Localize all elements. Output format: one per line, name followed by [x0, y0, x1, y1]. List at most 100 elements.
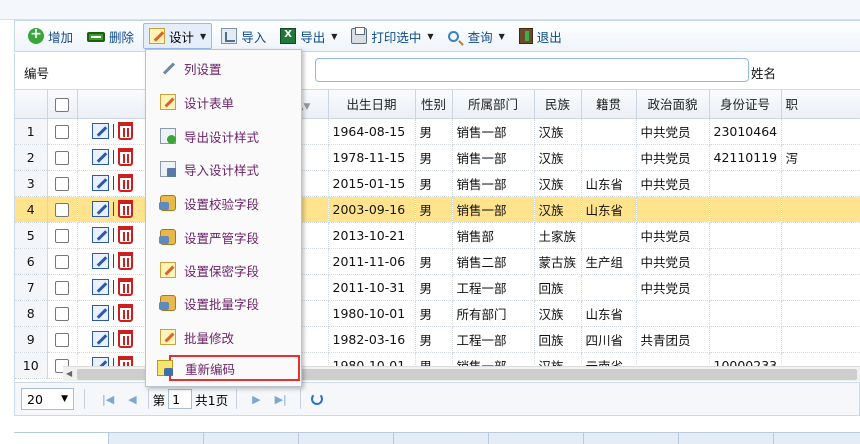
edit-icon[interactable]	[91, 331, 109, 347]
trash-icon[interactable]	[117, 148, 133, 166]
menu-item-export-style[interactable]: 导出设计样式	[146, 121, 301, 151]
row-select-cell[interactable]	[47, 248, 78, 275]
tab[interactable]	[679, 433, 774, 444]
tab[interactable]	[394, 433, 489, 444]
scroll-left-icon[interactable]: ◀	[66, 369, 72, 378]
edit-icon[interactable]	[91, 227, 109, 243]
table-row[interactable]: 4司马懿2003-09-16男销售一部汉族山东省	[15, 196, 860, 223]
next-page-icon[interactable]: ▶	[252, 393, 260, 406]
edit-icon[interactable]	[91, 123, 109, 139]
table-row[interactable]: 1赵匡胤1964-08-15男销售一部汉族中共党员23010464	[15, 118, 860, 145]
trash-icon[interactable]	[117, 200, 133, 218]
row-select-cell[interactable]	[47, 170, 78, 197]
tab[interactable]	[489, 433, 584, 444]
row-checkbox[interactable]	[55, 306, 69, 321]
menu-item-strict-fields[interactable]: 设置严管字段	[146, 222, 301, 252]
idcard-header[interactable]: 身份证号	[709, 90, 782, 119]
gender-header[interactable]: 性别	[415, 90, 453, 119]
row-select-cell[interactable]	[47, 326, 78, 353]
edit-icon[interactable]	[91, 253, 109, 269]
prev-page-icon[interactable]: ◀	[128, 393, 136, 406]
cell-native	[581, 274, 637, 301]
menu-item-batch-fields[interactable]: 设置批量字段	[146, 288, 301, 318]
menu-item-design-form[interactable]: 设计表单	[146, 87, 301, 117]
trash-icon[interactable]	[117, 304, 133, 322]
cell-dept: 销售一部	[452, 118, 535, 145]
native-header[interactable]: 籍贯	[581, 90, 637, 119]
edit-icon[interactable]	[91, 201, 109, 217]
dept-header[interactable]: 所属部门	[452, 90, 535, 119]
trash-icon[interactable]	[117, 252, 133, 270]
query-button[interactable]: 查询 ▼	[443, 23, 510, 49]
query-label: 查询	[467, 29, 493, 45]
cell-idcard	[709, 248, 782, 275]
menu-item-secret-fields[interactable]: 设置保密字段	[146, 255, 301, 285]
row-checkbox[interactable]	[55, 150, 69, 165]
row-number-header	[15, 90, 48, 119]
table-row[interactable]: 7诸葛亮2011-10-31男工程一部回族中共党员	[15, 274, 860, 301]
tab[interactable]	[584, 433, 679, 444]
row-checkbox[interactable]	[55, 176, 69, 191]
trash-icon[interactable]	[117, 278, 133, 296]
table-row[interactable]: 6马超2011-11-06男销售二部蒙古族生产组中共党员	[15, 248, 860, 275]
delete-button[interactable]: 删除	[82, 23, 139, 49]
ethnic-header[interactable]: 民族	[534, 90, 582, 119]
page-number-input[interactable]: 1	[168, 389, 193, 409]
menu-item-import-style[interactable]: 导入设计样式	[146, 154, 301, 184]
edit-icon[interactable]	[91, 175, 109, 191]
menu-item-label: 批量修改	[184, 330, 235, 346]
export-button[interactable]: 导出 ▼	[275, 23, 342, 49]
table-row[interactable]: 5Admin2013-10-21销售部土家族中共党员	[15, 222, 860, 249]
table-row[interactable]: 3赵云2015-01-15男销售一部汉族山东省中共党员	[15, 170, 860, 197]
row-select-cell[interactable]	[47, 118, 78, 145]
politics-header[interactable]: 政治面貌	[636, 90, 710, 119]
design-button[interactable]: 设计 ▼	[143, 23, 213, 49]
row-select-cell[interactable]	[47, 274, 78, 301]
row-select-cell[interactable]	[47, 196, 78, 223]
menu-item-batch-edit[interactable]: 批量修改	[146, 322, 301, 352]
page-size-select[interactable]: 20 ▼	[21, 388, 74, 410]
row-select-cell[interactable]	[47, 222, 78, 249]
menu-item-column-settings[interactable]: 列设置	[146, 53, 301, 83]
exit-button[interactable]: 退出	[514, 23, 567, 49]
menu-item-recode[interactable]: 重新编码	[157, 355, 300, 381]
edit-icon[interactable]	[91, 305, 109, 321]
select-all-cell[interactable]	[47, 90, 78, 119]
tab[interactable]	[109, 433, 204, 444]
row-checkbox[interactable]	[55, 280, 69, 295]
more-header[interactable]: 职	[781, 90, 860, 119]
birth-header[interactable]: 出生日期	[328, 90, 416, 119]
row-checkbox[interactable]	[55, 228, 69, 243]
trash-icon[interactable]	[117, 330, 133, 348]
trash-icon[interactable]	[117, 122, 133, 140]
cell-birth: 2011-10-31	[328, 274, 416, 301]
row-checkbox[interactable]	[55, 332, 69, 347]
row-select-cell[interactable]	[47, 144, 78, 171]
row-select-cell[interactable]	[47, 300, 78, 327]
tab[interactable]	[14, 433, 109, 444]
table-row[interactable]: 2张翼德1978-11-15男销售一部汉族中共党员42110119泻	[15, 144, 860, 171]
search-input[interactable]	[315, 58, 749, 82]
tab[interactable]	[204, 433, 299, 444]
row-checkbox[interactable]	[55, 254, 69, 269]
select-all-checkbox[interactable]	[55, 97, 69, 112]
import-button[interactable]: 导入	[216, 23, 271, 49]
row-checkbox[interactable]	[55, 202, 69, 217]
last-page-icon[interactable]: ▶|	[275, 393, 287, 406]
edit-icon[interactable]	[91, 149, 109, 165]
refresh-icon[interactable]	[310, 393, 323, 405]
print-selected-button[interactable]: 打印选中 ▼	[346, 23, 438, 49]
first-page-icon[interactable]: |◀	[102, 393, 114, 406]
search-bar: 编号 姓名	[14, 53, 860, 89]
row-checkbox[interactable]	[55, 124, 69, 139]
trash-icon[interactable]	[117, 174, 133, 192]
table-row[interactable]: 8张辽1980-10-01男所有部门汉族山东省	[15, 300, 860, 327]
edit-icon[interactable]	[91, 279, 109, 295]
add-button[interactable]: 增加	[23, 23, 78, 49]
row-number: 7	[15, 274, 48, 301]
tab[interactable]	[299, 433, 394, 444]
table-row[interactable]: 9孙权1982-03-16男工程一部回族四川省共青团员	[15, 326, 860, 353]
trash-icon[interactable]	[117, 226, 133, 244]
menu-item-validation-fields[interactable]: 设置校验字段	[146, 188, 301, 218]
cell-idcard: 42110119	[709, 144, 782, 171]
